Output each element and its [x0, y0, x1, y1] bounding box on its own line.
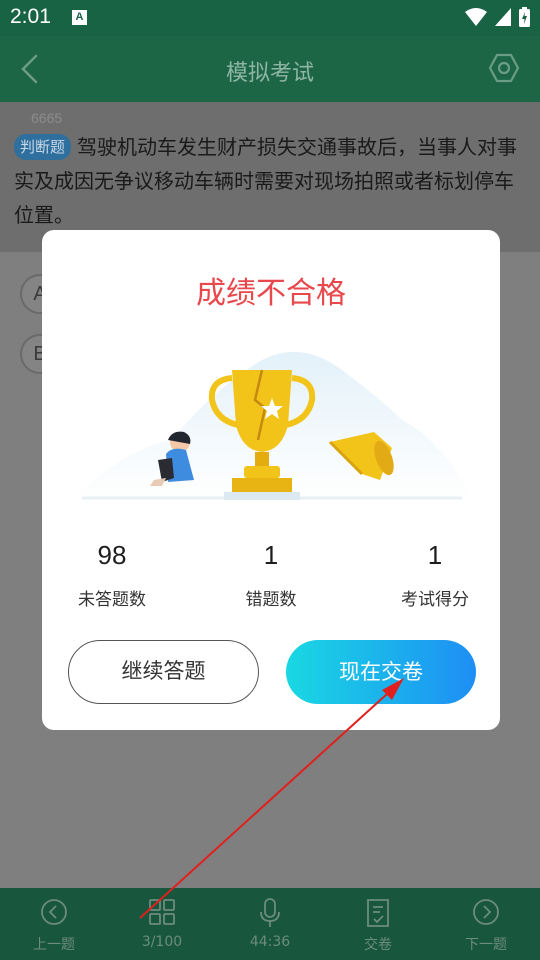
bottom-nav: 上一题 3/100 44:36 交卷 下一题 [0, 888, 540, 960]
battery-icon [519, 7, 530, 27]
app-bar: 模拟考试 [0, 36, 540, 102]
prev-question-label: 上一题 [33, 937, 75, 953]
next-question-label: 下一题 [465, 937, 507, 953]
next-question-tab[interactable]: 下一题 [432, 888, 540, 960]
chevron-right-circle-icon [473, 899, 499, 925]
status-bar: 2:01 A [0, 0, 540, 36]
submit-paper-icon [367, 899, 389, 927]
result-dialog: 成绩不合格 98 未答题数 1 错题数 1 考试得分 继续答题 现在交卷 [42, 230, 500, 730]
question-text: 驾驶机动车发生财产损失交通事故后，当事人对事实及成因无争议移动车辆时需要对现场拍… [14, 135, 518, 227]
score-value: 1 [427, 540, 443, 570]
submit-now-button[interactable]: 现在交卷 [286, 640, 476, 704]
result-title: 成绩不合格 [196, 276, 346, 311]
question-type-badge: 判断题 [14, 134, 72, 160]
chevron-left-circle-icon [41, 899, 67, 925]
wifi-icon [465, 8, 487, 26]
question-number: 6665 [31, 110, 63, 126]
continue-answering-button[interactable]: 继续答题 [68, 640, 259, 704]
voice-tab[interactable]: 44:36 [216, 888, 324, 960]
stat-wrong: 1 错题数 [201, 540, 341, 610]
microphone-icon [260, 898, 280, 927]
unanswered-count: 98 [97, 540, 127, 570]
wrong-label: 错题数 [245, 590, 297, 610]
stat-score: 1 考试得分 [365, 540, 505, 610]
settings-hexagon-icon [488, 53, 520, 83]
signal-icon [495, 8, 511, 26]
fail-trophy-illustration [72, 352, 472, 500]
wrong-count: 1 [263, 540, 279, 570]
submit-tab-label: 交卷 [364, 937, 392, 953]
question-text-block: 判断题 驾驶机动车发生财产损失交通事故后，当事人对事实及成因无争议移动车辆时需要对… [14, 130, 524, 232]
question-grid-tab[interactable]: 3/100 [108, 888, 216, 960]
app-notification-icon: A [72, 10, 87, 25]
timer-label: 44:36 [249, 934, 291, 950]
submit-tab[interactable]: 交卷 [324, 888, 432, 960]
grid-icon [149, 899, 175, 925]
unanswered-label: 未答题数 [78, 590, 146, 610]
score-label: 考试得分 [401, 590, 469, 610]
status-time: 2:01 [10, 5, 51, 28]
page-title: 模拟考试 [225, 61, 314, 86]
stat-unanswered: 98 未答题数 [42, 540, 182, 610]
status-indicators [465, 7, 530, 27]
progress-label: 3/100 [141, 934, 183, 950]
settings-button[interactable] [488, 52, 520, 84]
prev-question-tab[interactable]: 上一题 [0, 888, 108, 960]
